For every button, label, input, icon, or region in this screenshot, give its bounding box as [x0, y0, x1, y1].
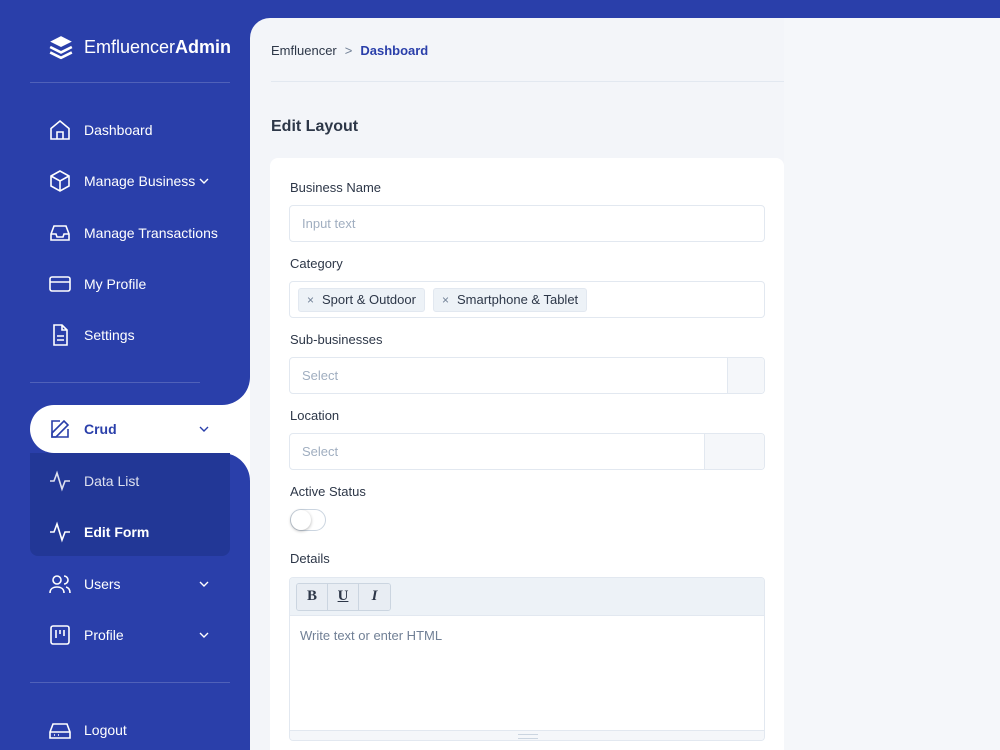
- right-panel: [784, 18, 1000, 750]
- editor-resize-handle[interactable]: [290, 730, 764, 740]
- sidebar-item-crud[interactable]: Crud: [48, 417, 209, 441]
- card-icon: [49, 276, 71, 292]
- sidebar-item-logout[interactable]: Logout: [48, 718, 127, 742]
- edit-icon: [51, 419, 70, 438]
- select-dropdown-button[interactable]: [727, 358, 764, 393]
- tag-label: Smartphone & Tablet: [456, 292, 579, 307]
- location-select[interactable]: Select: [289, 433, 765, 470]
- select-placeholder: Select: [302, 444, 339, 459]
- page-title: Edit Layout: [271, 118, 359, 135]
- toggle-knob: [291, 510, 311, 530]
- chevron-down-icon: [199, 426, 209, 432]
- layers-icon: [49, 36, 73, 60]
- format-button-group: B U I: [296, 582, 391, 611]
- sub-businesses-select[interactable]: Select: [289, 357, 765, 394]
- sidebar-item-manage-business[interactable]: Manage Business: [48, 169, 209, 193]
- select-dropdown-button[interactable]: [704, 434, 764, 469]
- sidebar-item-label: Data List: [84, 473, 140, 489]
- home-icon: [50, 119, 70, 140]
- activity-icon: [50, 470, 70, 492]
- category-multiselect[interactable]: × Sport & Outdoor × Smartphone & Tablet: [289, 281, 765, 318]
- chevron-down-icon: [199, 581, 209, 587]
- sidebar: EmfluencerAdmin Dashboard Manage Busines…: [0, 0, 250, 750]
- sidebar-item-label: Dashboard: [84, 122, 153, 138]
- edit-form-card: Business Name Category × Sport & Outdoor…: [270, 158, 784, 750]
- sidebar-divider: [30, 82, 230, 83]
- brand-logo[interactable]: EmfluencerAdmin: [48, 34, 231, 60]
- sidebar-item-label: Crud: [84, 421, 117, 437]
- sidebar-item-profile[interactable]: Profile: [48, 623, 209, 647]
- sub-businesses-label: Sub-businesses: [290, 332, 383, 347]
- users-icon: [49, 575, 71, 594]
- active-status-toggle[interactable]: [290, 509, 326, 531]
- document-icon: [53, 324, 68, 346]
- sidebar-item-users[interactable]: Users: [48, 572, 209, 596]
- sidebar-item-my-profile[interactable]: My Profile: [48, 272, 146, 296]
- activity-icon: [50, 521, 70, 543]
- breadcrumb: Emfluencer > Dashboard: [271, 43, 428, 58]
- active-status-label: Active Status: [290, 484, 366, 499]
- bold-button[interactable]: B: [297, 583, 328, 610]
- breadcrumb-root[interactable]: Emfluencer: [271, 43, 337, 58]
- sidebar-item-label: Users: [84, 576, 121, 592]
- sidebar-item-settings[interactable]: Settings: [48, 323, 135, 347]
- tag-label: Sport & Outdoor: [322, 292, 416, 307]
- sidebar-item-label: Manage Business: [84, 173, 196, 189]
- details-editor: B U I Write text or enter HTML: [289, 577, 765, 741]
- inbox-icon: [50, 225, 70, 241]
- underline-button[interactable]: U: [328, 583, 359, 610]
- active-pill-curve: [200, 355, 250, 405]
- sidebar-item-manage-transactions[interactable]: Manage Transactions: [48, 221, 218, 245]
- remove-tag-icon[interactable]: ×: [442, 293, 449, 307]
- editor-toolbar: B U I: [290, 578, 764, 616]
- select-placeholder: Select: [302, 368, 339, 383]
- box-icon: [50, 170, 70, 192]
- chevron-down-icon: [199, 632, 209, 638]
- business-name-label: Business Name: [290, 180, 382, 195]
- sidebar-item-edit-form[interactable]: Edit Form: [48, 520, 149, 544]
- sidebar-item-label: My Profile: [84, 276, 147, 292]
- breadcrumb-current[interactable]: Dashboard: [360, 43, 428, 58]
- category-label: Category: [290, 256, 343, 271]
- sidebar-item-label: Edit Form: [84, 524, 150, 540]
- location-label: Location: [290, 408, 340, 423]
- kanban-icon: [50, 625, 70, 645]
- chevron-down-icon: [199, 178, 209, 184]
- sidebar-item-label: Settings: [84, 327, 135, 343]
- category-tag: × Sport & Outdoor: [298, 287, 425, 312]
- business-name-input[interactable]: [289, 205, 765, 242]
- remove-tag-icon[interactable]: ×: [307, 293, 314, 307]
- italic-button[interactable]: I: [359, 583, 390, 610]
- details-label: Details: [290, 551, 330, 566]
- sidebar-item-dashboard[interactable]: Dashboard: [48, 118, 153, 142]
- sidebar-item-label: Profile: [84, 627, 124, 643]
- editor-textarea[interactable]: Write text or enter HTML: [290, 616, 764, 730]
- sidebar-item-label: Manage Transactions: [84, 225, 218, 241]
- category-tag: × Smartphone & Tablet: [432, 287, 588, 312]
- brand-name: EmfluencerAdmin: [84, 36, 232, 57]
- sidebar-item-label: Logout: [84, 722, 127, 738]
- sidebar-divider: [30, 682, 230, 683]
- hard-drive-icon: [49, 723, 71, 739]
- breadcrumb-separator: >: [344, 43, 353, 58]
- sidebar-item-data-list[interactable]: Data List: [48, 469, 139, 493]
